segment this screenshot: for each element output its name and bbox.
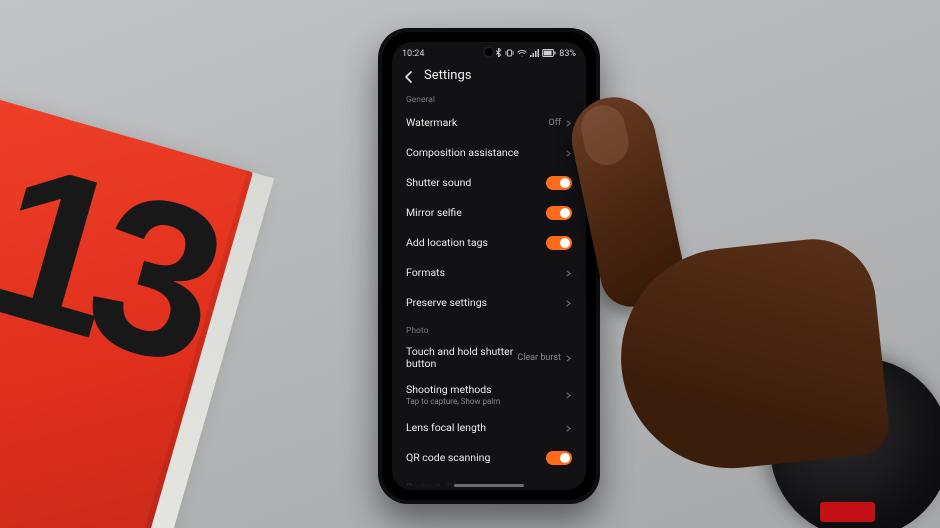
status-right-cluster: 83% [495, 48, 576, 60]
row-label: Preserve settings [406, 297, 487, 309]
row-label: Touch and hold shutter button [406, 346, 516, 370]
row-qr-code-scanning[interactable]: QR code scanning [406, 443, 572, 473]
row-formats[interactable]: Formats [406, 258, 572, 288]
row-touch-hold-shutter[interactable]: Touch and hold shutter button Clear burs… [406, 339, 572, 377]
settings-list: General Watermark Off Composition assist… [392, 95, 586, 490]
row-label: Formats [406, 267, 445, 279]
row-mirror-selfie[interactable]: Mirror selfie [406, 198, 572, 228]
back-arrow-icon[interactable] [402, 69, 416, 83]
photo-scene: 13 10:24 [0, 0, 940, 528]
row-add-location-tags[interactable]: Add location tags [406, 228, 572, 258]
row-composition-assistance[interactable]: Composition assistance [406, 138, 572, 168]
status-time: 10:24 [402, 49, 424, 59]
phone-screen: 10:24 [392, 42, 586, 490]
row-subtext: Tap to capture, Show palm [406, 397, 500, 406]
box-model-number: 13 [0, 148, 223, 375]
product-box: 13 [0, 84, 253, 528]
chevron-right-icon [565, 270, 572, 277]
status-battery-text: 83% [559, 49, 576, 59]
page-title: Settings [424, 68, 471, 83]
hand-overlay [585, 96, 825, 376]
chevron-right-icon [565, 425, 572, 432]
toggle-qr-scanning[interactable] [546, 451, 572, 465]
row-label: Shooting methods [406, 384, 500, 396]
toggle-mirror-selfie[interactable] [546, 206, 572, 220]
battery-icon [542, 49, 556, 60]
row-lens-focal-length[interactable]: Lens focal length [406, 413, 572, 443]
toggle-shutter-sound[interactable] [546, 176, 572, 190]
signal-icon [530, 49, 539, 60]
settings-header: Settings [392, 62, 586, 87]
row-label: Shutter sound [406, 177, 471, 189]
row-shutter-sound[interactable]: Shutter sound [406, 168, 572, 198]
chevron-right-icon [565, 392, 572, 399]
punch-hole-camera [485, 48, 493, 56]
bluetooth-icon [495, 48, 502, 60]
section-general: General [406, 95, 572, 105]
chevron-right-icon [565, 300, 572, 307]
row-label: Watermark [406, 117, 457, 129]
wifi-icon [517, 49, 527, 60]
row-shooting-methods[interactable]: Shooting methods Tap to capture, Show pa… [406, 377, 572, 413]
row-value: Off [549, 118, 561, 128]
chevron-right-icon [565, 120, 572, 127]
phone-device: 10:24 [378, 28, 600, 504]
row-label: QR code scanning [406, 452, 490, 464]
row-label: Mirror selfie [406, 207, 462, 219]
vibrate-icon [505, 49, 514, 60]
row-label: Composition assistance [406, 147, 519, 159]
chevron-right-icon [565, 355, 572, 362]
row-preserve-settings[interactable]: Preserve settings [406, 288, 572, 318]
section-photo: Photo [406, 326, 572, 336]
chevron-right-icon [565, 150, 572, 157]
toggle-location-tags[interactable] [546, 236, 572, 250]
row-label: Lens focal length [406, 422, 486, 434]
row-watermark[interactable]: Watermark Off [406, 108, 572, 138]
row-label: Add location tags [406, 237, 488, 249]
gesture-nav-bar[interactable] [454, 484, 524, 487]
subscribe-badge [820, 502, 875, 522]
row-value: Clear burst [517, 353, 561, 363]
